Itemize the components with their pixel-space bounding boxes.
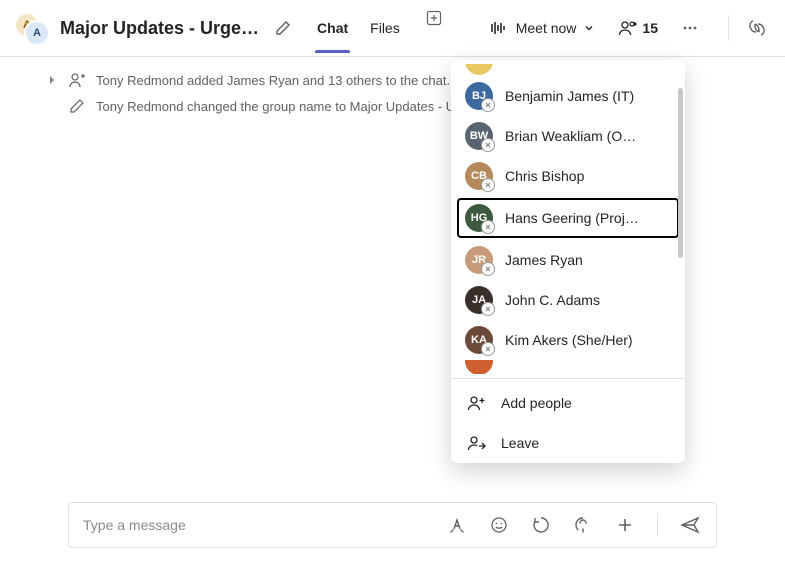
presence-offline-icon bbox=[481, 220, 495, 234]
stream-icon bbox=[574, 516, 592, 534]
participant-name: James Ryan bbox=[505, 252, 583, 268]
plus-icon bbox=[616, 516, 634, 534]
participant-item[interactable]: KA Kim Akers (She/Her) bbox=[451, 320, 685, 360]
emoji-icon bbox=[490, 516, 508, 534]
avatar: BJ bbox=[465, 82, 493, 110]
edit-icon bbox=[275, 20, 291, 36]
avatar: CB bbox=[465, 162, 493, 190]
participant-item[interactable] bbox=[451, 64, 685, 76]
tab-chat[interactable]: Chat bbox=[315, 4, 350, 52]
participant-item[interactable]: HG Hans Geering (Proj… bbox=[457, 198, 679, 238]
divider bbox=[657, 514, 658, 536]
message-composer bbox=[68, 502, 717, 548]
avatar bbox=[465, 360, 493, 374]
pencil-icon bbox=[68, 97, 86, 115]
participant-item[interactable]: BW Brian Weakliam (O… bbox=[451, 116, 685, 156]
participant-count: 15 bbox=[642, 20, 658, 36]
participant-name: Benjamin James (IT) bbox=[505, 88, 634, 104]
add-people-label: Add people bbox=[501, 395, 572, 411]
participant-name: John C. Adams bbox=[505, 292, 600, 308]
add-people-button[interactable]: Add people bbox=[451, 383, 685, 423]
send-icon bbox=[680, 516, 700, 534]
system-message-text: Tony Redmond changed the group name to M… bbox=[96, 99, 485, 114]
message-input[interactable] bbox=[81, 516, 443, 534]
scrollbar[interactable] bbox=[678, 88, 683, 258]
participant-item[interactable]: CB Chris Bishop bbox=[451, 156, 685, 196]
attach-plus-button[interactable] bbox=[611, 511, 639, 539]
participants-button[interactable]: 15 bbox=[618, 19, 658, 37]
stream-button[interactable] bbox=[569, 511, 597, 539]
rename-chat-button[interactable] bbox=[269, 14, 297, 42]
chat-tabs: Chat Files bbox=[315, 4, 448, 52]
participant-name: Kim Akers (She/Her) bbox=[505, 332, 633, 348]
leave-chat-button[interactable]: Leave bbox=[451, 423, 685, 463]
avatar bbox=[465, 64, 493, 75]
tab-files[interactable]: Files bbox=[368, 4, 402, 52]
chat-title: Major Updates - Urge… bbox=[60, 18, 259, 39]
leave-icon bbox=[467, 433, 487, 453]
divider bbox=[451, 378, 685, 379]
presence-offline-icon bbox=[481, 342, 495, 356]
emoji-button[interactable] bbox=[485, 511, 513, 539]
format-button[interactable] bbox=[443, 511, 471, 539]
plus-box-icon bbox=[426, 10, 442, 26]
participant-name: Hans Geering (Proj… bbox=[505, 210, 639, 226]
presence-offline-icon bbox=[481, 262, 495, 276]
avatar: BW bbox=[465, 122, 493, 150]
camera-lines-icon bbox=[490, 20, 508, 36]
add-tab-button[interactable] bbox=[420, 4, 448, 32]
participants-list: BJ Benjamin James (IT) BW Brian Weakliam (O… bbox=[451, 60, 685, 374]
people-add-icon bbox=[467, 393, 487, 413]
participant-item[interactable]: BJ Benjamin James (IT) bbox=[451, 76, 685, 116]
meet-now-label: Meet now bbox=[516, 20, 577, 36]
participants-popover: BJ Benjamin James (IT) BW Brian Weakliam (O… bbox=[451, 60, 685, 463]
avatar: HG bbox=[465, 204, 493, 232]
presence-offline-icon bbox=[481, 178, 495, 192]
participant-name: Chris Bishop bbox=[505, 168, 584, 184]
avatar: KA bbox=[465, 326, 493, 354]
meet-now-button[interactable]: Meet now bbox=[486, 14, 599, 42]
more-options-button[interactable] bbox=[676, 14, 704, 42]
avatar: JA bbox=[465, 286, 493, 314]
loop-button[interactable] bbox=[527, 511, 555, 539]
chevron-down-icon bbox=[584, 23, 594, 33]
send-button[interactable] bbox=[676, 511, 704, 539]
chat-header: A A Major Updates - Urge… Chat Files Mee… bbox=[0, 0, 785, 57]
presence-offline-icon bbox=[481, 302, 495, 316]
avatar: A bbox=[24, 20, 50, 46]
more-icon bbox=[682, 20, 698, 36]
person-add-icon bbox=[68, 71, 86, 89]
participant-item[interactable]: JR James Ryan bbox=[451, 240, 685, 280]
leave-label: Leave bbox=[501, 435, 539, 451]
presence-offline-icon bbox=[481, 98, 495, 112]
system-message-text: Tony Redmond added James Ryan and 13 oth… bbox=[96, 73, 450, 88]
presence-offline-icon bbox=[481, 138, 495, 152]
copilot-icon bbox=[747, 18, 767, 38]
participant-name: Brian Weakliam (O… bbox=[505, 128, 636, 144]
chat-avatar-stack: A A bbox=[14, 12, 46, 44]
people-add-icon bbox=[618, 19, 638, 37]
participant-item[interactable]: JA John C. Adams bbox=[451, 280, 685, 320]
format-icon bbox=[448, 516, 466, 534]
avatar: JR bbox=[465, 246, 493, 274]
loop-icon bbox=[532, 516, 550, 534]
copilot-button[interactable] bbox=[728, 14, 771, 42]
participant-item[interactable] bbox=[451, 360, 685, 374]
caret-right-icon[interactable] bbox=[48, 75, 58, 85]
